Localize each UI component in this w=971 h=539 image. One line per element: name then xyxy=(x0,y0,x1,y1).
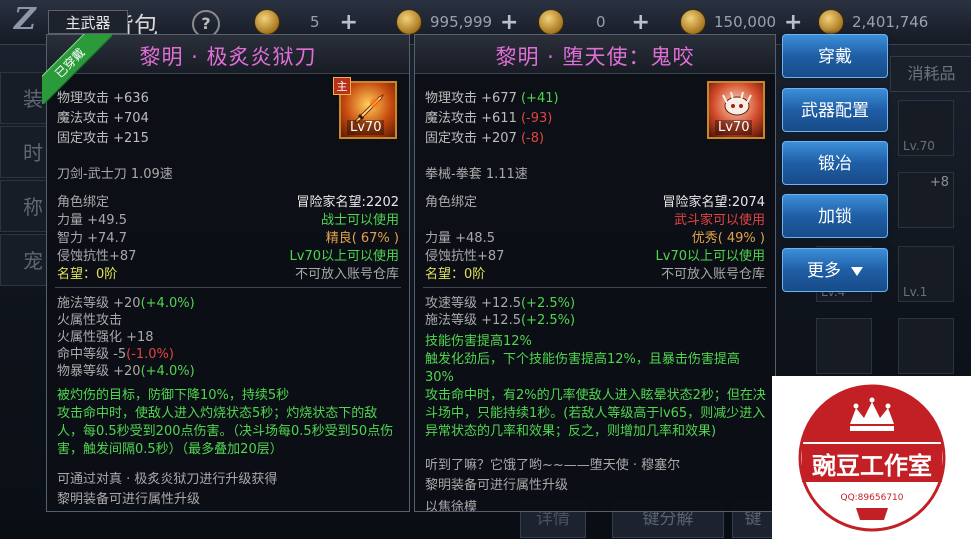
divider xyxy=(423,287,767,288)
storage-note: 不可放入账号仓库 xyxy=(660,267,765,282)
stat-erosion: 侵蚀抗性+87 xyxy=(57,249,137,264)
effect-burn-defense: 被灼伤的目标，防御下降10%，持续5秒 xyxy=(57,388,290,403)
tab-main-weapon[interactable]: 主武器 xyxy=(48,10,128,34)
stat-fixed-attack: 固定攻击 +207 (-8) xyxy=(425,131,545,146)
effect-stun: 攻击命中时，有2%的几率使敌人进入眩晕状态2秒；但在决斗场中，只能持续1秒。(若… xyxy=(425,388,766,439)
stat-strength: 力量 +48.5 xyxy=(425,231,495,246)
storage-note: 不可放入账号仓库 xyxy=(294,267,399,282)
currency-value: 5 xyxy=(310,13,320,31)
watermark-name: 豌豆工作室 xyxy=(812,452,932,480)
forge-button[interactable]: 锻冶 xyxy=(782,141,888,185)
more-button[interactable]: 更多 xyxy=(782,248,888,292)
gold-coin-icon xyxy=(818,9,844,35)
chevron-down-icon xyxy=(851,266,863,276)
tab-consumables[interactable]: 消耗品 xyxy=(890,56,971,92)
plus-icon[interactable]: + xyxy=(340,10,358,35)
inventory-slot[interactable] xyxy=(898,318,954,374)
item-level: Lv70 xyxy=(715,120,753,135)
inventory-slot[interactable]: +8 xyxy=(898,172,954,228)
stat-fixed-attack: 固定攻击 +215 xyxy=(57,131,149,146)
stat-strength: 力量 +49.5 xyxy=(57,213,127,228)
side-tab-fashion[interactable]: 时 xyxy=(0,126,48,178)
bind-type: 角色绑定 xyxy=(57,195,110,210)
plus-icon[interactable]: + xyxy=(632,10,650,35)
stat-erosion: 侵蚀抗性+87 xyxy=(425,249,505,264)
item-tooltip-compare: 黎明 · 堕天使：鬼咬 Lv70 物理攻击 +677 (+41) 魔法攻击 +6… xyxy=(414,34,776,512)
bind-type: 角色绑定 xyxy=(425,195,478,210)
weapon-type: 拳械-拳套 1.11速 xyxy=(425,167,528,182)
fame-value: 冒险家名望:2074 xyxy=(662,195,765,210)
level-requirement: Lv70以上可以使用 xyxy=(655,249,765,264)
upgrade-note: 可通过对真 · 极炙炎狱刀进行升级获得 xyxy=(57,472,278,487)
plus-icon[interactable]: + xyxy=(500,10,518,35)
equipped-ribbon: 已穿戴 xyxy=(42,34,112,104)
fame-value: 冒险家名望:2202 xyxy=(296,195,399,210)
divider xyxy=(55,287,401,288)
side-tab-pet[interactable]: 宠 xyxy=(0,234,48,286)
currency-2: 995,999 + xyxy=(396,8,518,36)
stat-intellect: 智力 +74.7 xyxy=(57,231,127,246)
level-requirement: Lv70以上可以使用 xyxy=(289,249,399,264)
inventory-slot[interactable]: Lv.70 xyxy=(898,100,954,156)
coin-icon xyxy=(680,9,706,35)
equip-button[interactable]: 穿戴 xyxy=(782,34,888,78)
side-tab-title[interactable]: 称 xyxy=(0,180,48,232)
currency-5: 2,401,746 xyxy=(818,8,928,36)
currency-value: 995,999 xyxy=(430,13,493,31)
stat-magic-attack: 魔法攻击 +611 (-93) xyxy=(425,111,553,126)
item-tooltip-equipped: 黎明 · 极炙炎狱刀 Lv70 主 物理攻击 +636 魔法攻击 +704 固定… xyxy=(46,34,410,512)
currency-value: 0 xyxy=(596,13,606,31)
plus-icon[interactable]: + xyxy=(784,10,802,35)
fame-rank: 名望：0阶 xyxy=(57,267,118,282)
lock-button[interactable]: 加锁 xyxy=(782,194,888,238)
main-weapon-badge: 主 xyxy=(333,77,351,95)
logo: Z xyxy=(14,2,36,37)
quality: 优秀( 49% ) xyxy=(691,231,765,246)
weapon-config-button[interactable]: 武器配置 xyxy=(782,88,888,132)
attr-physical-crit: 物暴等级 +20(+4.0%) xyxy=(57,364,195,379)
currency-value: 2,401,746 xyxy=(852,13,929,31)
side-tab-equip[interactable]: 装 xyxy=(0,72,48,124)
currency-4: 150,000 + xyxy=(680,8,802,36)
currency-1: 5 + xyxy=(254,8,358,36)
effect-huajin: 触发化劲后，下个技能伤害提高12%，且暴击伤害提高30% xyxy=(425,352,740,385)
quality: 精良( 67% ) xyxy=(325,231,399,246)
currency-value: 150,000 xyxy=(714,13,777,31)
class-requirement: 武斗家可以使用 xyxy=(673,213,765,228)
effect-burn-damage: 攻击命中时，使敌人进入灼烧状态5秒；灼烧状态下的敌人，每0.5秒受到200点伤害… xyxy=(57,406,394,457)
watermark-seal: 豌豆工作室 QQ:89656710 xyxy=(798,384,946,532)
item-icon: Lv70 xyxy=(707,81,765,139)
watermark-qq: QQ:89656710 xyxy=(840,493,903,503)
item-level: Lv70 xyxy=(347,120,385,135)
coin-icon xyxy=(254,9,280,35)
cutoff-text: 以焦徐模 xyxy=(425,500,478,511)
attr-cast-speed: 施法等级 +12.5(+2.5%) xyxy=(425,313,576,328)
attribute-upgrade-note: 黎明装备可进行属性升级 xyxy=(425,478,569,493)
item-title: 黎明 · 堕天使：鬼咬 xyxy=(495,45,695,69)
watermark: 豌豆工作室 QQ:89656710 xyxy=(772,376,971,539)
gold-coin-icon xyxy=(396,9,422,35)
inventory-slot[interactable]: Lv.1 xyxy=(898,246,954,302)
attribute-upgrade-note: 黎明装备可进行属性升级 xyxy=(57,492,201,507)
stat-magic-attack: 魔法攻击 +704 xyxy=(57,111,149,126)
fame-rank: 名望：0阶 xyxy=(425,267,486,282)
stat-physical-attack: 物理攻击 +677 (+41) xyxy=(425,91,559,106)
effect-skill-damage: 技能伤害提高12% xyxy=(425,334,532,349)
flavor-text: 听到了嘛？它饿了哟~~——堕天使 · 穆塞尔 xyxy=(425,458,681,473)
coin-icon xyxy=(538,9,564,35)
weapon-type: 刀剑-武士刀 1.09速 xyxy=(57,167,173,182)
class-requirement: 战士可以使用 xyxy=(320,213,399,228)
inventory-slot[interactable] xyxy=(816,318,872,374)
panel-header: 黎明 · 堕天使：鬼咬 xyxy=(415,35,775,74)
currency-3: 0 + xyxy=(538,8,650,36)
